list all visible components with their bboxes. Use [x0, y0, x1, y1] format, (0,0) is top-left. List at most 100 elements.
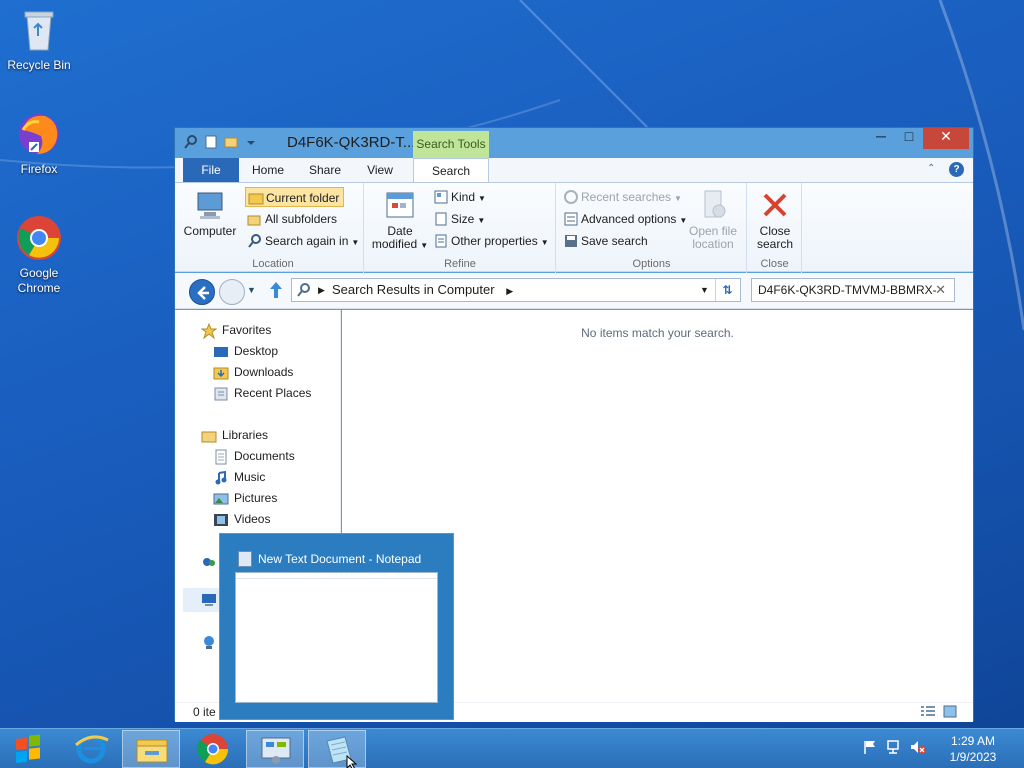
nav-item-downloads[interactable]: Downloads [213, 362, 293, 382]
computer-button[interactable]: Computer [183, 189, 237, 238]
music-icon [213, 470, 229, 486]
breadcrumb-chevron-icon[interactable]: ▶ [506, 286, 513, 296]
notepad-thumbnail-preview[interactable]: New Text Document - Notepad [219, 533, 454, 720]
close-button[interactable]: ✕ [923, 128, 969, 149]
subfolders-icon [247, 211, 263, 227]
tab-home[interactable]: Home [241, 158, 295, 182]
taskbar-control-panel[interactable] [246, 730, 304, 768]
notepad-icon [238, 551, 252, 567]
close-search-button[interactable]: Close search [748, 189, 802, 251]
homegroup-icon [201, 554, 217, 570]
folder-icon [248, 190, 264, 206]
desktop-icon-firefox[interactable]: Firefox [1, 110, 77, 177]
nav-item-desktop[interactable]: Desktop [213, 341, 278, 361]
forward-button[interactable] [219, 279, 245, 305]
chrome-icon [15, 214, 63, 262]
volume-muted-icon[interactable] [910, 739, 926, 755]
properties-icon[interactable] [203, 134, 219, 150]
back-button[interactable] [189, 279, 215, 305]
notepad-icon [326, 736, 352, 764]
minimize-button[interactable]: ─ [867, 128, 895, 149]
nav-item-libraries[interactable]: Libraries [201, 425, 268, 445]
close-red-x-icon [759, 189, 791, 221]
help-icon[interactable]: ? [949, 162, 964, 177]
nav-item-music[interactable]: Music [213, 467, 265, 487]
other-properties-button[interactable]: Other properties ▼ [431, 231, 549, 251]
search-icon [296, 282, 312, 305]
ribbon-group-close: Close search Close [748, 183, 802, 273]
current-folder-button[interactable]: Current folder [245, 187, 345, 207]
all-subfolders-button[interactable]: All subfolders [245, 209, 337, 229]
nav-item-pictures[interactable]: Pictures [213, 488, 277, 508]
taskbar-google-chrome[interactable] [184, 730, 242, 768]
new-folder-icon[interactable] [223, 134, 239, 150]
recycle-bin-icon [15, 6, 63, 54]
tab-share[interactable]: Share [297, 158, 353, 182]
desktop-icon-recycle-bin[interactable]: Recycle Bin [1, 6, 77, 73]
network-icon[interactable] [886, 739, 902, 755]
nav-item-recent-places[interactable]: Recent Places [213, 383, 311, 403]
tab-search[interactable]: Search [413, 158, 489, 183]
desktop-icon-google-chrome[interactable]: Google Chrome [1, 214, 77, 296]
details-view-icon[interactable] [921, 706, 935, 721]
recent-locations-icon[interactable]: ▼ [247, 285, 256, 295]
computer-icon [201, 592, 217, 611]
quick-access-toolbar [183, 134, 259, 150]
control-panel-icon [261, 737, 291, 764]
nav-item-documents[interactable]: Documents [213, 446, 295, 466]
maximize-button[interactable]: □ [895, 128, 923, 149]
size-icon [433, 211, 449, 227]
firefox-icon [15, 110, 63, 158]
large-icons-view-icon[interactable] [943, 705, 957, 721]
libraries-icon [201, 428, 217, 444]
search-icon [247, 233, 263, 249]
nav-item-videos[interactable]: Videos [213, 509, 270, 529]
nav-item-favorites[interactable]: Favorites [200, 320, 271, 340]
recent-searches-button[interactable]: Recent searches ▼ [561, 187, 682, 207]
open-file-location-button[interactable]: Open file location [683, 189, 743, 251]
advanced-options-button[interactable]: Advanced options ▼ [561, 209, 687, 229]
group-label: Location [252, 258, 294, 270]
breadcrumb-chevron-icon[interactable]: ▶ [318, 279, 325, 301]
search-icon [183, 134, 199, 150]
save-search-button[interactable]: Save search [561, 231, 648, 251]
desktop-icon-label: Google Chrome [17, 266, 61, 295]
taskbar-file-explorer[interactable] [122, 730, 180, 768]
refresh-button[interactable]: ⇅ [715, 279, 739, 301]
star-icon [200, 322, 218, 340]
up-arrow-icon[interactable] [267, 279, 285, 304]
size-button[interactable]: Size ▼ [431, 209, 485, 229]
pictures-icon [213, 491, 229, 507]
clear-search-icon[interactable]: ✕ [935, 279, 946, 301]
search-tools-context-label: Search Tools [413, 131, 489, 158]
date-modified-button[interactable]: Date modified ▼ [367, 189, 433, 252]
empty-results-message: No items match your search. [581, 326, 734, 340]
group-label: Refine [444, 258, 476, 270]
clock-time: 1:29 AM [950, 734, 996, 748]
kind-button[interactable]: Kind ▼ [431, 187, 486, 207]
thumbnail-title: New Text Document - Notepad [258, 552, 422, 566]
tab-file[interactable]: File [183, 158, 239, 182]
mouse-cursor-icon [346, 754, 358, 768]
group-label: Options [632, 258, 671, 270]
clock-date: 1/9/2023 [949, 750, 997, 764]
title-bar[interactable]: D4F6K-QK3RD-T... Search Tools ─ □ ✕ [175, 128, 973, 158]
minimize-ribbon-icon[interactable]: ⌃ [927, 163, 935, 174]
address-bar[interactable]: ▶ Search Results in Computer ▶ ▼ [291, 278, 741, 302]
taskbar-clock[interactable]: 1:29 AM 1/9/2023 [940, 733, 1006, 765]
ribbon: Computer Current folder All subfolders S… [175, 182, 973, 273]
internet-explorer-icon [75, 734, 109, 764]
calendar-icon [384, 189, 416, 221]
search-again-in-button[interactable]: Search again in ▼ [245, 231, 359, 251]
tab-view[interactable]: View [355, 158, 405, 182]
ribbon-group-options: Recent searches ▼ Advanced options ▼ Save … [557, 183, 747, 273]
ribbon-group-location: Computer Current folder All subfolders S… [183, 183, 364, 273]
open-file-location-icon [697, 189, 729, 221]
action-center-flag-icon[interactable] [862, 739, 878, 755]
start-button[interactable] [4, 731, 52, 767]
ribbon-group-refine: Date modified ▼ Kind ▼ Size ▼ Other propert… [365, 183, 556, 273]
customize-qat-icon[interactable] [243, 134, 259, 150]
taskbar-internet-explorer[interactable] [62, 730, 120, 768]
search-input[interactable]: D4F6K-QK3RD-TMVMJ-BBMRX- ✕ [751, 278, 955, 302]
address-dropdown-icon[interactable]: ▼ [700, 279, 709, 301]
